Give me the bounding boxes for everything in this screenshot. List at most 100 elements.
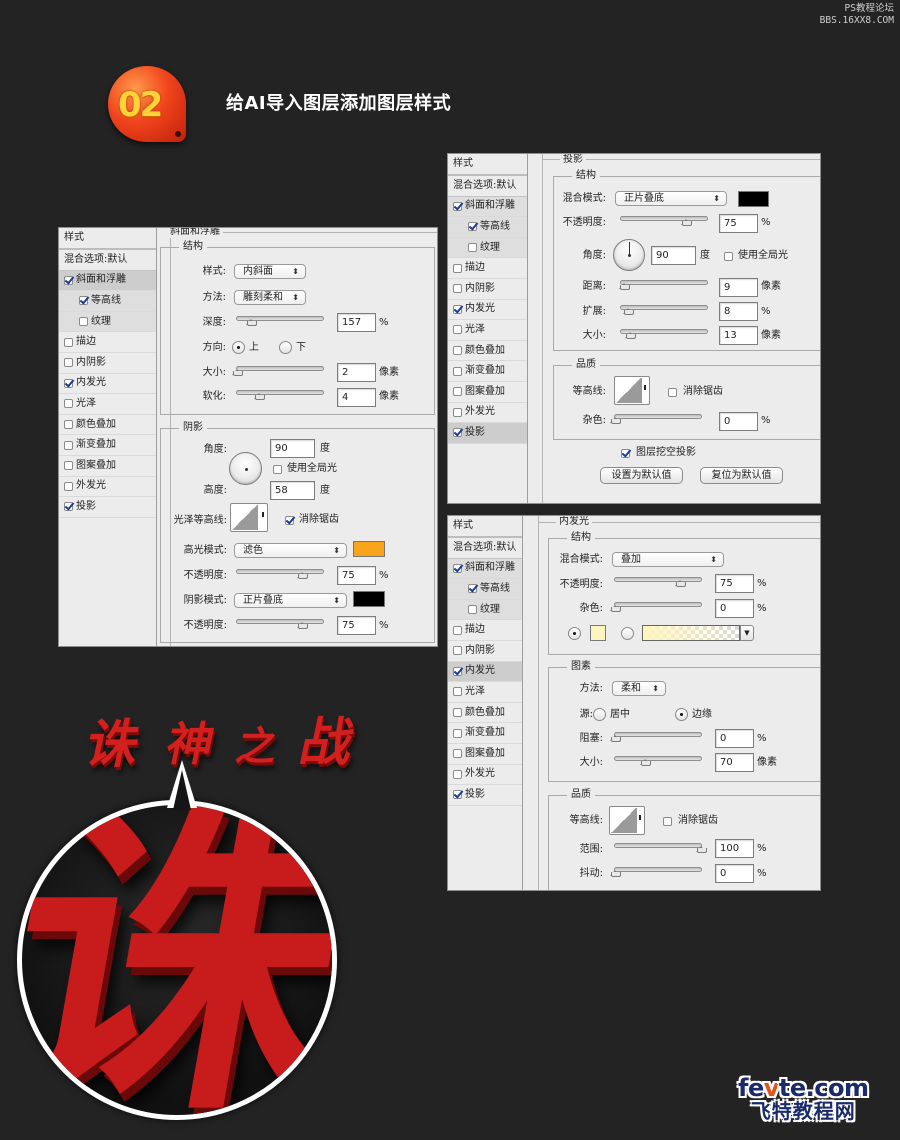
size-slider[interactable] (232, 366, 324, 376)
sidebar-checkbox[interactable] (79, 317, 88, 327)
soften-input[interactable]: 4 (337, 388, 376, 407)
sidebar-item[interactable]: 投影 (59, 497, 156, 518)
size-input[interactable]: 70 (715, 753, 754, 772)
sidebar-checkbox[interactable] (453, 646, 462, 656)
sidebar-item[interactable]: 外发光 (448, 765, 522, 786)
size-input[interactable]: 2 (337, 363, 376, 382)
sidebar-item[interactable]: 描边 (448, 620, 522, 641)
angle-input[interactable]: 90 (651, 246, 696, 265)
sidebar-item[interactable]: 内发光 (448, 300, 527, 321)
sidebar-item[interactable]: 等高线 (448, 217, 527, 238)
noise-input[interactable]: 0 (719, 412, 758, 431)
angle-dial[interactable] (613, 239, 645, 271)
noise-slider[interactable] (610, 602, 702, 612)
choke-slider[interactable] (610, 732, 702, 742)
sidebar-item-blending-options[interactable]: 混合选项:默认 (448, 538, 522, 559)
spread-slider[interactable] (620, 305, 708, 315)
sidebar-item[interactable]: 渐变叠加 (59, 435, 156, 456)
sidebar-checkbox[interactable] (79, 296, 88, 306)
sidebar-item[interactable]: 颜色叠加 (448, 703, 522, 724)
global-light-checkbox[interactable] (273, 465, 282, 474)
sidebar-item-blending-options[interactable]: 混合选项:默认 (448, 176, 527, 197)
angle-dial[interactable] (229, 452, 262, 485)
highlight-opacity-slider[interactable] (236, 569, 324, 579)
sidebar-item[interactable]: 等高线 (59, 291, 156, 312)
jitter-input[interactable]: 0 (715, 864, 754, 883)
opacity-slider[interactable] (614, 577, 702, 587)
gradient-swatch[interactable] (642, 625, 740, 641)
sidebar-item[interactable]: 内阴影 (59, 353, 156, 374)
sidebar-item[interactable]: 渐变叠加 (448, 361, 527, 382)
sidebar-checkbox[interactable] (64, 481, 73, 491)
sidebar-checkbox[interactable] (453, 263, 462, 273)
sidebar-checkbox[interactable] (64, 275, 73, 285)
distance-slider[interactable] (618, 280, 708, 290)
sidebar-checkbox[interactable] (453, 325, 462, 335)
technique-select[interactable]: 雕刻柔和 ⬍ (234, 290, 306, 305)
size-input[interactable]: 13 (719, 326, 758, 345)
sidebar-checkbox[interactable] (453, 790, 462, 800)
style-select[interactable]: 内斜面 ⬍ (234, 264, 306, 279)
sidebar-checkbox[interactable] (64, 337, 73, 347)
highlight-mode-select[interactable]: 滤色 ⬍ (234, 543, 347, 558)
source-edge-radio[interactable] (675, 708, 688, 721)
contour-picker[interactable] (614, 376, 650, 405)
technique-select[interactable]: 柔和 ⬍ (612, 681, 666, 696)
sidebar-item[interactable]: 描边 (448, 258, 527, 279)
global-light-checkbox[interactable] (724, 252, 733, 261)
glow-color-swatch[interactable] (590, 625, 606, 641)
sidebar-checkbox[interactable] (453, 708, 462, 718)
opacity-input[interactable]: 75 (715, 574, 754, 593)
sidebar-checkbox[interactable] (453, 769, 462, 779)
reset-default-button[interactable]: 复位为默认值 (700, 467, 783, 484)
sidebar-item[interactable]: 光泽 (448, 320, 527, 341)
sidebar-checkbox[interactable] (468, 584, 477, 594)
make-default-button[interactable]: 设置为默认值 (600, 467, 683, 484)
shadow-color-swatch[interactable] (738, 191, 769, 207)
sidebar-item[interactable]: 光泽 (448, 682, 522, 703)
sidebar-item[interactable]: 外发光 (59, 477, 156, 498)
sidebar-item[interactable]: 颜色叠加 (59, 415, 156, 436)
highlight-color-swatch[interactable] (353, 541, 385, 557)
sidebar-checkbox[interactable] (453, 625, 462, 635)
altitude-input[interactable]: 58 (270, 481, 315, 500)
sidebar-checkbox[interactable] (453, 728, 462, 738)
sidebar-item[interactable]: 图案叠加 (448, 382, 527, 403)
spread-input[interactable]: 8 (719, 302, 758, 321)
sidebar-checkbox[interactable] (453, 387, 462, 397)
sidebar-item[interactable]: 斜面和浮雕 (448, 558, 522, 580)
distance-input[interactable]: 9 (719, 278, 758, 297)
sidebar-checkbox[interactable] (468, 243, 477, 253)
sidebar-checkbox[interactable] (453, 407, 462, 417)
gradient-dropdown-icon[interactable]: ▼ (740, 625, 754, 641)
sidebar-checkbox[interactable] (453, 284, 462, 294)
sidebar-checkbox[interactable] (64, 440, 73, 450)
direction-down-radio[interactable] (279, 341, 292, 354)
soften-slider[interactable] (236, 390, 324, 400)
sidebar-checkbox[interactable] (453, 749, 462, 759)
sidebar-checkbox[interactable] (64, 461, 73, 471)
sidebar-item[interactable]: 投影 (448, 785, 522, 806)
knockout-checkbox[interactable] (621, 449, 630, 458)
antialias-checkbox[interactable] (285, 516, 294, 525)
sidebar-item[interactable]: 投影 (448, 423, 527, 444)
sidebar-item[interactable]: 纹理 (448, 237, 527, 259)
sidebar-checkbox[interactable] (468, 222, 477, 232)
sidebar-item[interactable]: 纹理 (448, 599, 522, 621)
blend-mode-select[interactable]: 正片叠底 ⬍ (615, 191, 727, 206)
sidebar-checkbox[interactable] (64, 358, 73, 368)
sidebar-item[interactable]: 内发光 (59, 374, 156, 395)
sidebar-checkbox[interactable] (453, 366, 462, 376)
sidebar-checkbox[interactable] (453, 563, 462, 573)
sidebar-item[interactable]: 内发光 (448, 661, 522, 683)
choke-input[interactable]: 0 (715, 729, 754, 748)
sidebar-item[interactable]: 图案叠加 (59, 456, 156, 477)
sidebar-item[interactable]: 外发光 (448, 403, 527, 424)
antialias-checkbox[interactable] (668, 388, 677, 397)
jitter-slider[interactable] (610, 867, 702, 877)
size-slider[interactable] (620, 329, 708, 339)
contour-picker[interactable] (609, 806, 645, 835)
gloss-contour-picker[interactable] (230, 503, 268, 532)
sidebar-item[interactable]: 斜面和浮雕 (59, 270, 156, 292)
sidebar-item[interactable]: 纹理 (59, 311, 156, 333)
